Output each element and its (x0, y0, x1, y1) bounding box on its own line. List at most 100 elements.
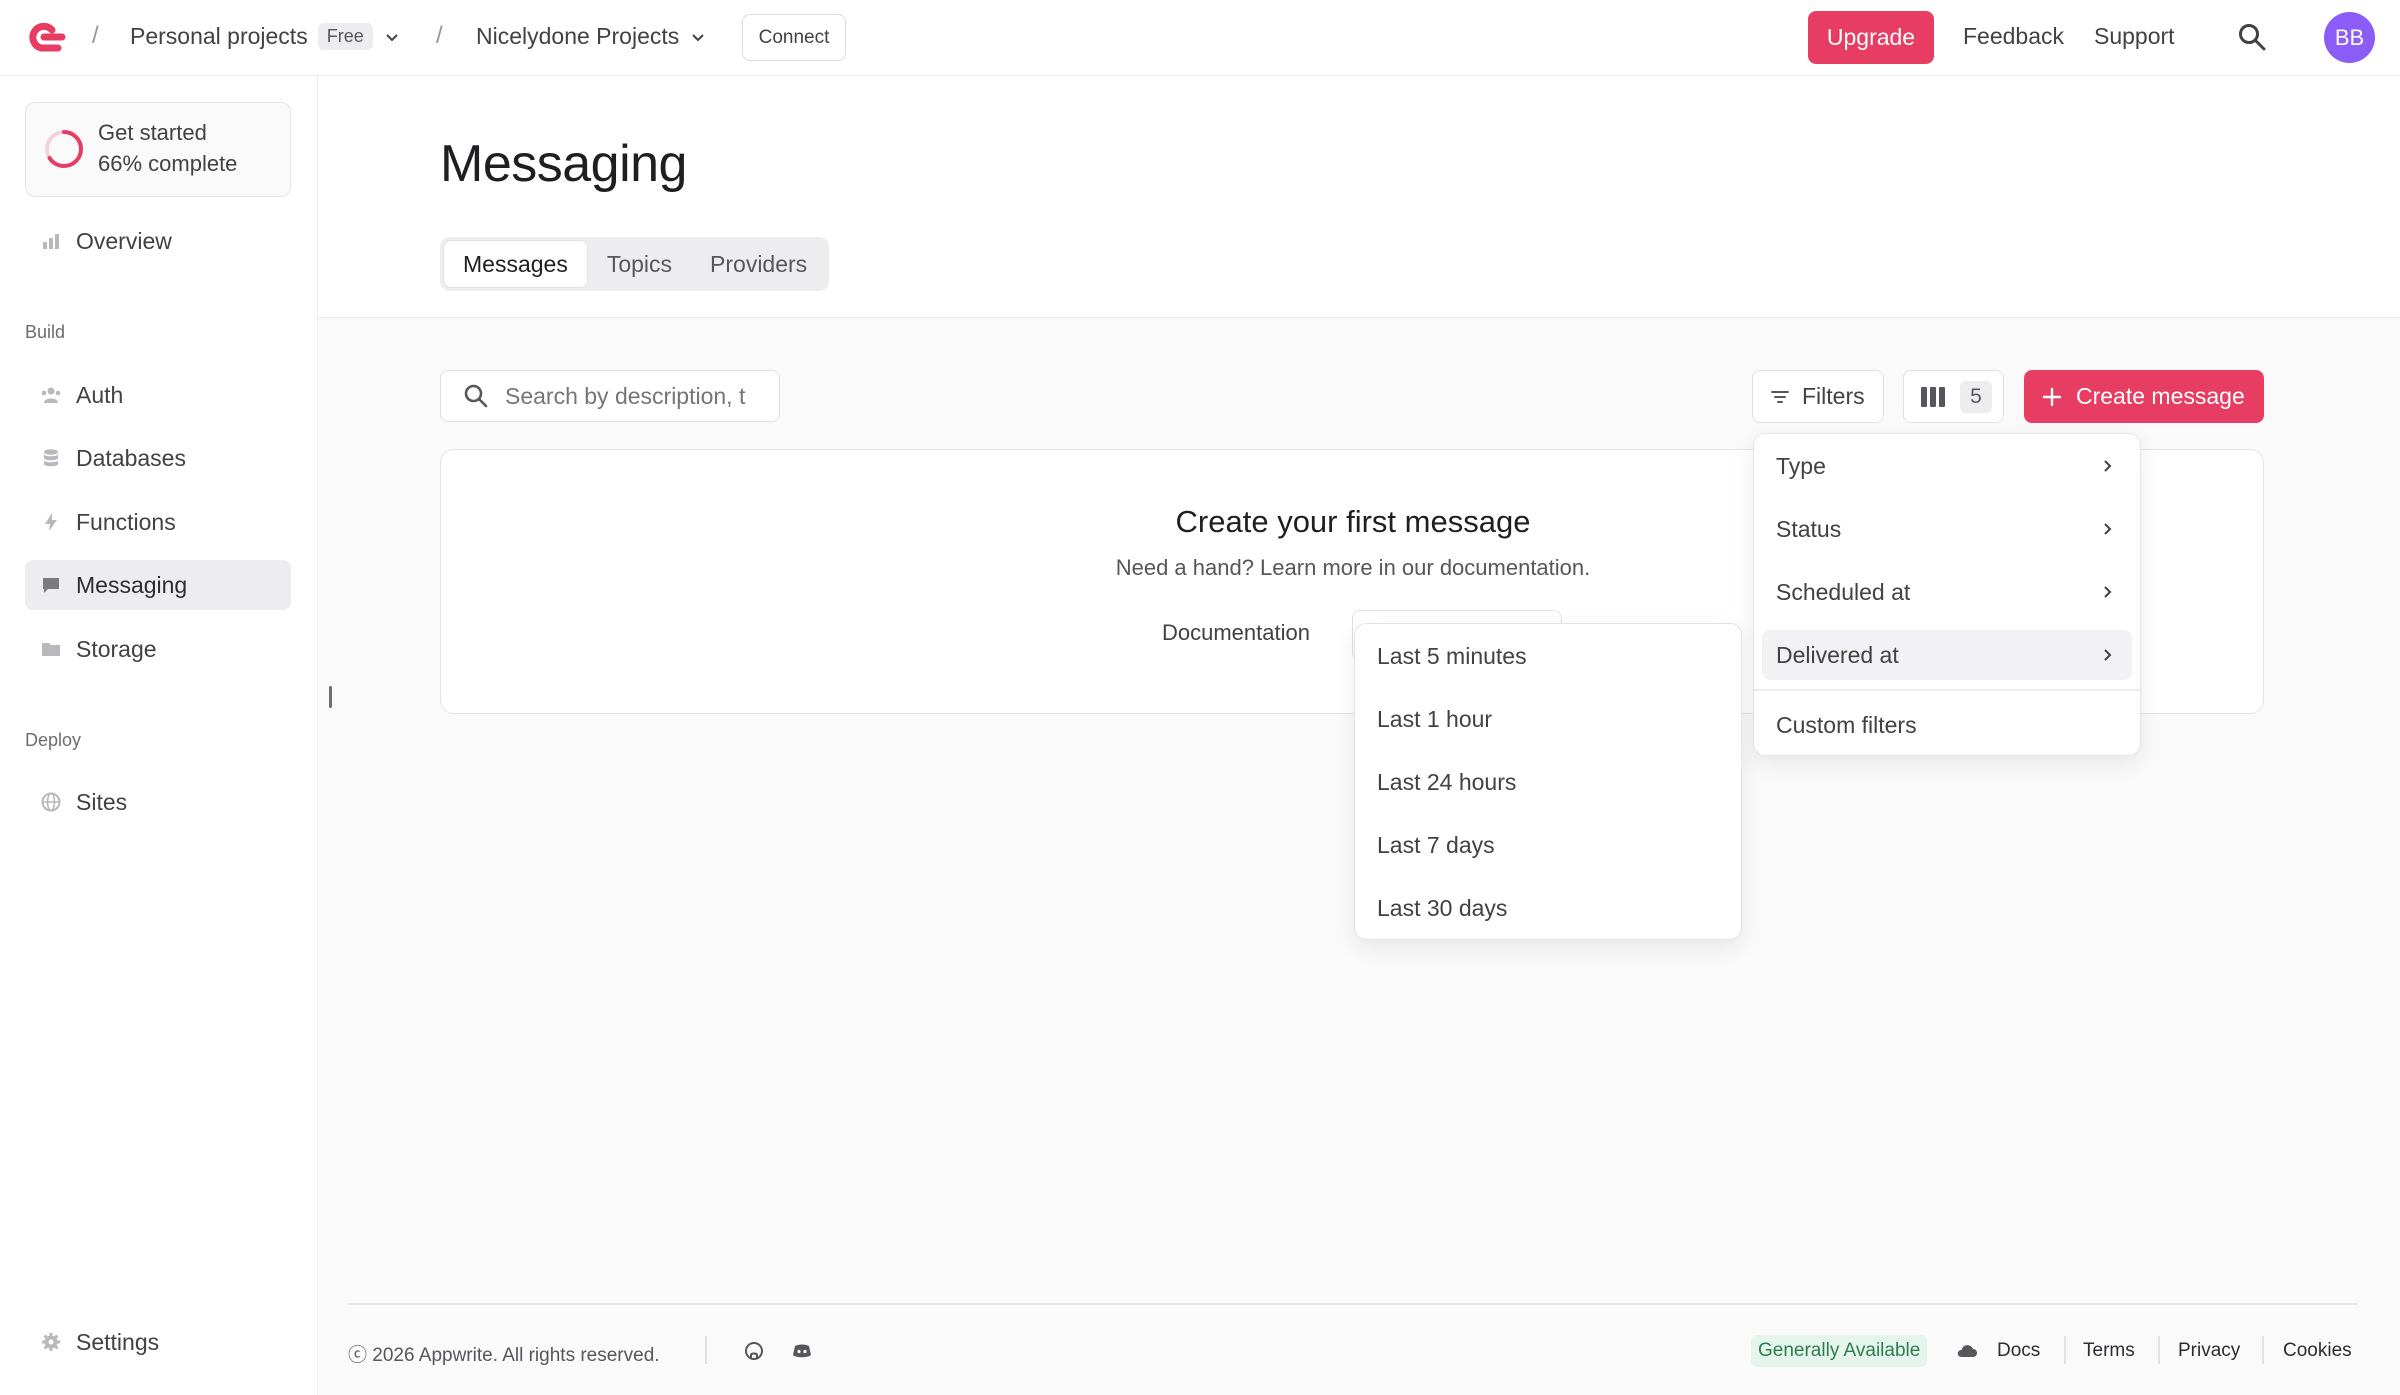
filters-button[interactable]: Filters (1752, 370, 1884, 423)
users-icon (41, 387, 61, 403)
chat-bubble-icon (43, 578, 59, 593)
avatar[interactable]: BB (2324, 12, 2375, 63)
columns-icon (1921, 386, 1945, 407)
documentation-link[interactable]: Documentation (1162, 620, 1310, 646)
sidebar-item-sites[interactable]: Sites (25, 777, 291, 827)
project-switcher[interactable]: Nicelydone Projects (476, 23, 707, 50)
chevron-down-icon (692, 33, 704, 41)
page-header: Messaging Messages Topics Providers (319, 76, 2400, 318)
columns-button[interactable]: 5 (1903, 370, 2004, 423)
menu-item-label: Delivered at (1776, 641, 1899, 668)
filter-delivered-at-item[interactable]: Delivered at (1762, 630, 2132, 680)
menu-divider (1754, 689, 2142, 691)
footer-separator (2262, 1336, 2264, 1364)
sidebar-item-messaging[interactable]: Messaging (25, 560, 291, 610)
chevron-down-icon (386, 33, 398, 41)
globe-icon (41, 792, 61, 812)
custom-filters-item[interactable]: Custom filters (1762, 700, 2132, 750)
plus-icon (2042, 387, 2062, 406)
sidebar-item-label: Overview (76, 227, 172, 254)
appwrite-logo-icon[interactable] (24, 18, 66, 56)
search-icon (464, 384, 488, 408)
page-title: Messaging (440, 135, 687, 193)
project-name: Nicelydone Projects (476, 23, 680, 49)
footer-link-docs[interactable]: Docs (1997, 1340, 2040, 1362)
cloud-icon (1957, 1345, 1977, 1357)
get-started-title: Get started (98, 120, 207, 145)
time-option-5-minutes[interactable]: Last 5 minutes (1377, 643, 1527, 670)
sidebar-item-label: Databases (76, 444, 186, 471)
bar-chart-icon (43, 234, 59, 249)
tab-providers[interactable]: Providers (691, 240, 826, 288)
lightning-icon (45, 513, 57, 531)
filter-scheduled-at-item[interactable]: Scheduled at (1762, 567, 2132, 617)
search-field[interactable] (440, 370, 780, 422)
time-option-24-hours[interactable]: Last 24 hours (1377, 769, 1516, 796)
get-started-card[interactable]: Get started 66% complete (25, 102, 291, 197)
footer-link-terms[interactable]: Terms (2083, 1340, 2135, 1362)
feedback-link[interactable]: Feedback (1963, 23, 2064, 50)
sidebar-item-overview[interactable]: Overview (25, 216, 291, 266)
progress-ring-icon (45, 130, 83, 168)
tab-topics[interactable]: Topics (588, 240, 691, 288)
status-badge: Generally Available (1751, 1335, 1928, 1367)
chevron-right-icon (2104, 586, 2112, 598)
chevron-right-icon (2104, 523, 2112, 535)
menu-item-label: Scheduled at (1776, 578, 1911, 605)
tab-messages[interactable]: Messages (443, 240, 588, 288)
chevron-right-icon (2104, 460, 2112, 472)
tab-bar: Messages Topics Providers (440, 237, 830, 291)
chevron-right-icon (2104, 649, 2112, 661)
footer-divider (348, 1303, 2358, 1305)
menu-item-label: Status (1776, 515, 1842, 542)
top-bar: / Personal projects Free / Nicelydone Pr… (0, 0, 2400, 76)
folder-icon (42, 643, 60, 656)
sidebar-item-label: Storage (76, 635, 157, 662)
delivered-at-submenu: Last 5 minutes Last 1 hour Last 24 hours… (1354, 623, 1742, 940)
plan-badge: Free (317, 23, 373, 50)
footer-link-privacy[interactable]: Privacy (2178, 1340, 2240, 1362)
get-started-progress: 66% complete (98, 151, 238, 176)
gear-icon (42, 1333, 60, 1351)
github-icon[interactable] (743, 1340, 765, 1362)
breadcrumb-separator: / (92, 22, 99, 49)
footer-separator (705, 1336, 707, 1364)
org-name: Personal projects (130, 23, 308, 49)
get-started-text: Get started 66% complete (98, 117, 237, 179)
sidebar-item-databases[interactable]: Databases (25, 433, 291, 483)
sidebar-item-functions[interactable]: Functions (25, 497, 291, 547)
time-option-1-hour[interactable]: Last 1 hour (1377, 706, 1492, 733)
discord-icon[interactable] (791, 1340, 813, 1362)
search-icon[interactable] (2237, 22, 2267, 52)
search-input[interactable] (505, 382, 755, 410)
menu-item-label: Custom filters (1776, 711, 1917, 738)
footer-separator (2064, 1336, 2066, 1364)
footer-link-cookies[interactable]: Cookies (2283, 1340, 2352, 1362)
menu-item-label: Type (1776, 452, 1826, 479)
sidebar-item-settings[interactable]: Settings (25, 1317, 291, 1367)
sidebar-item-label: Settings (76, 1328, 160, 1355)
footer-separator (2158, 1336, 2160, 1364)
sidebar-resize-handle[interactable] (329, 686, 332, 708)
breadcrumb-separator: / (436, 22, 443, 49)
sidebar: Get started 66% complete Overview Build … (0, 76, 318, 1395)
sidebar-item-auth[interactable]: Auth (25, 370, 291, 420)
filter-lines-icon (1771, 390, 1789, 403)
support-link[interactable]: Support (2094, 23, 2175, 50)
create-message-label: Create message (2076, 383, 2245, 409)
org-switcher[interactable]: Personal projects Free (130, 23, 401, 50)
filter-type-item[interactable]: Type (1762, 441, 2132, 491)
upgrade-button[interactable]: Upgrade (1808, 11, 1934, 64)
time-option-30-days[interactable]: Last 30 days (1377, 895, 1507, 922)
sidebar-item-label: Functions (76, 508, 176, 535)
sidebar-item-label: Messaging (76, 571, 188, 598)
time-option-7-days[interactable]: Last 7 days (1377, 832, 1495, 859)
database-icon (44, 449, 58, 467)
filters-menu: Type Status Scheduled at Delivered at Cu… (1753, 433, 2142, 756)
sidebar-item-label: Auth (76, 381, 124, 408)
footer-copyright: ⓒ 2026 Appwrite. All rights reserved. (348, 1345, 660, 1366)
create-message-button[interactable]: Create message (2024, 370, 2264, 423)
filter-status-item[interactable]: Status (1762, 504, 2132, 554)
sidebar-item-storage[interactable]: Storage (25, 624, 291, 674)
connect-button[interactable]: Connect (742, 14, 846, 61)
